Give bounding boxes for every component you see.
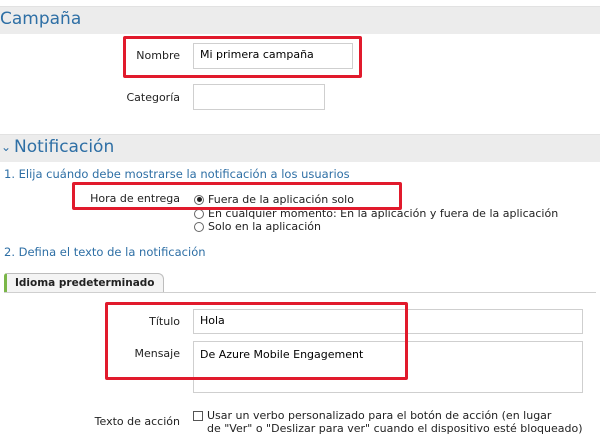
- checkbox-icon[interactable]: [193, 411, 203, 421]
- radio-icon[interactable]: [194, 208, 204, 219]
- campaign-section-header: [0, 6, 600, 34]
- category-label: Categoría: [126, 91, 180, 104]
- message-label: Mensaje: [134, 347, 180, 360]
- radio-selected-icon[interactable]: [194, 194, 204, 205]
- delivery-option-out-of-app-front[interactable]: Fuera de la aplicación solo: [194, 193, 354, 206]
- campaign-section-title: Campaña: [0, 9, 82, 29]
- action-text-label: Texto de acción: [94, 415, 180, 428]
- custom-action-verb-line2: de "Ver" o "Deslizar para ver" cuando el…: [207, 422, 583, 435]
- name-label: Nombre: [136, 49, 180, 62]
- tab-default-language[interactable]: Idioma predeterminado: [4, 273, 164, 292]
- custom-action-verb-text: Usar un verbo personalizado para el botó…: [207, 409, 583, 435]
- notification-section-title: Notificación: [14, 137, 115, 157]
- category-input[interactable]: [193, 84, 325, 110]
- chevron-down-icon[interactable]: ⌄: [1, 140, 11, 154]
- delivery-label-front: Hora de entrega: [90, 192, 180, 205]
- message-textarea[interactable]: De Azure Mobile Engagement: [193, 341, 583, 393]
- step1-heading: 1. Elija cuándo debe mostrarse la notifi…: [4, 167, 350, 181]
- delivery-option-any-time[interactable]: En cualquier momento: En la aplicación y…: [194, 207, 558, 220]
- delivery-option-label: En cualquier momento: En la aplicación y…: [208, 207, 559, 220]
- radio-icon[interactable]: [194, 221, 204, 232]
- title-label: Título: [149, 315, 180, 328]
- delivery-option-in-app[interactable]: Solo en la aplicación: [194, 220, 321, 233]
- name-input[interactable]: Mi primera campaña: [193, 43, 353, 69]
- delivery-option-label: Solo en la aplicación: [208, 220, 321, 233]
- delivery-option-label: Fuera de la aplicación solo: [208, 193, 354, 206]
- custom-action-verb-line1: Usar un verbo personalizado para el botó…: [207, 409, 552, 422]
- custom-action-verb-option[interactable]: Usar un verbo personalizado para el botó…: [193, 409, 593, 435]
- tab-divider: [4, 292, 596, 293]
- title-input[interactable]: Hola: [193, 309, 583, 334]
- step2-heading: 2. Defina el texto de la notificación: [4, 245, 206, 259]
